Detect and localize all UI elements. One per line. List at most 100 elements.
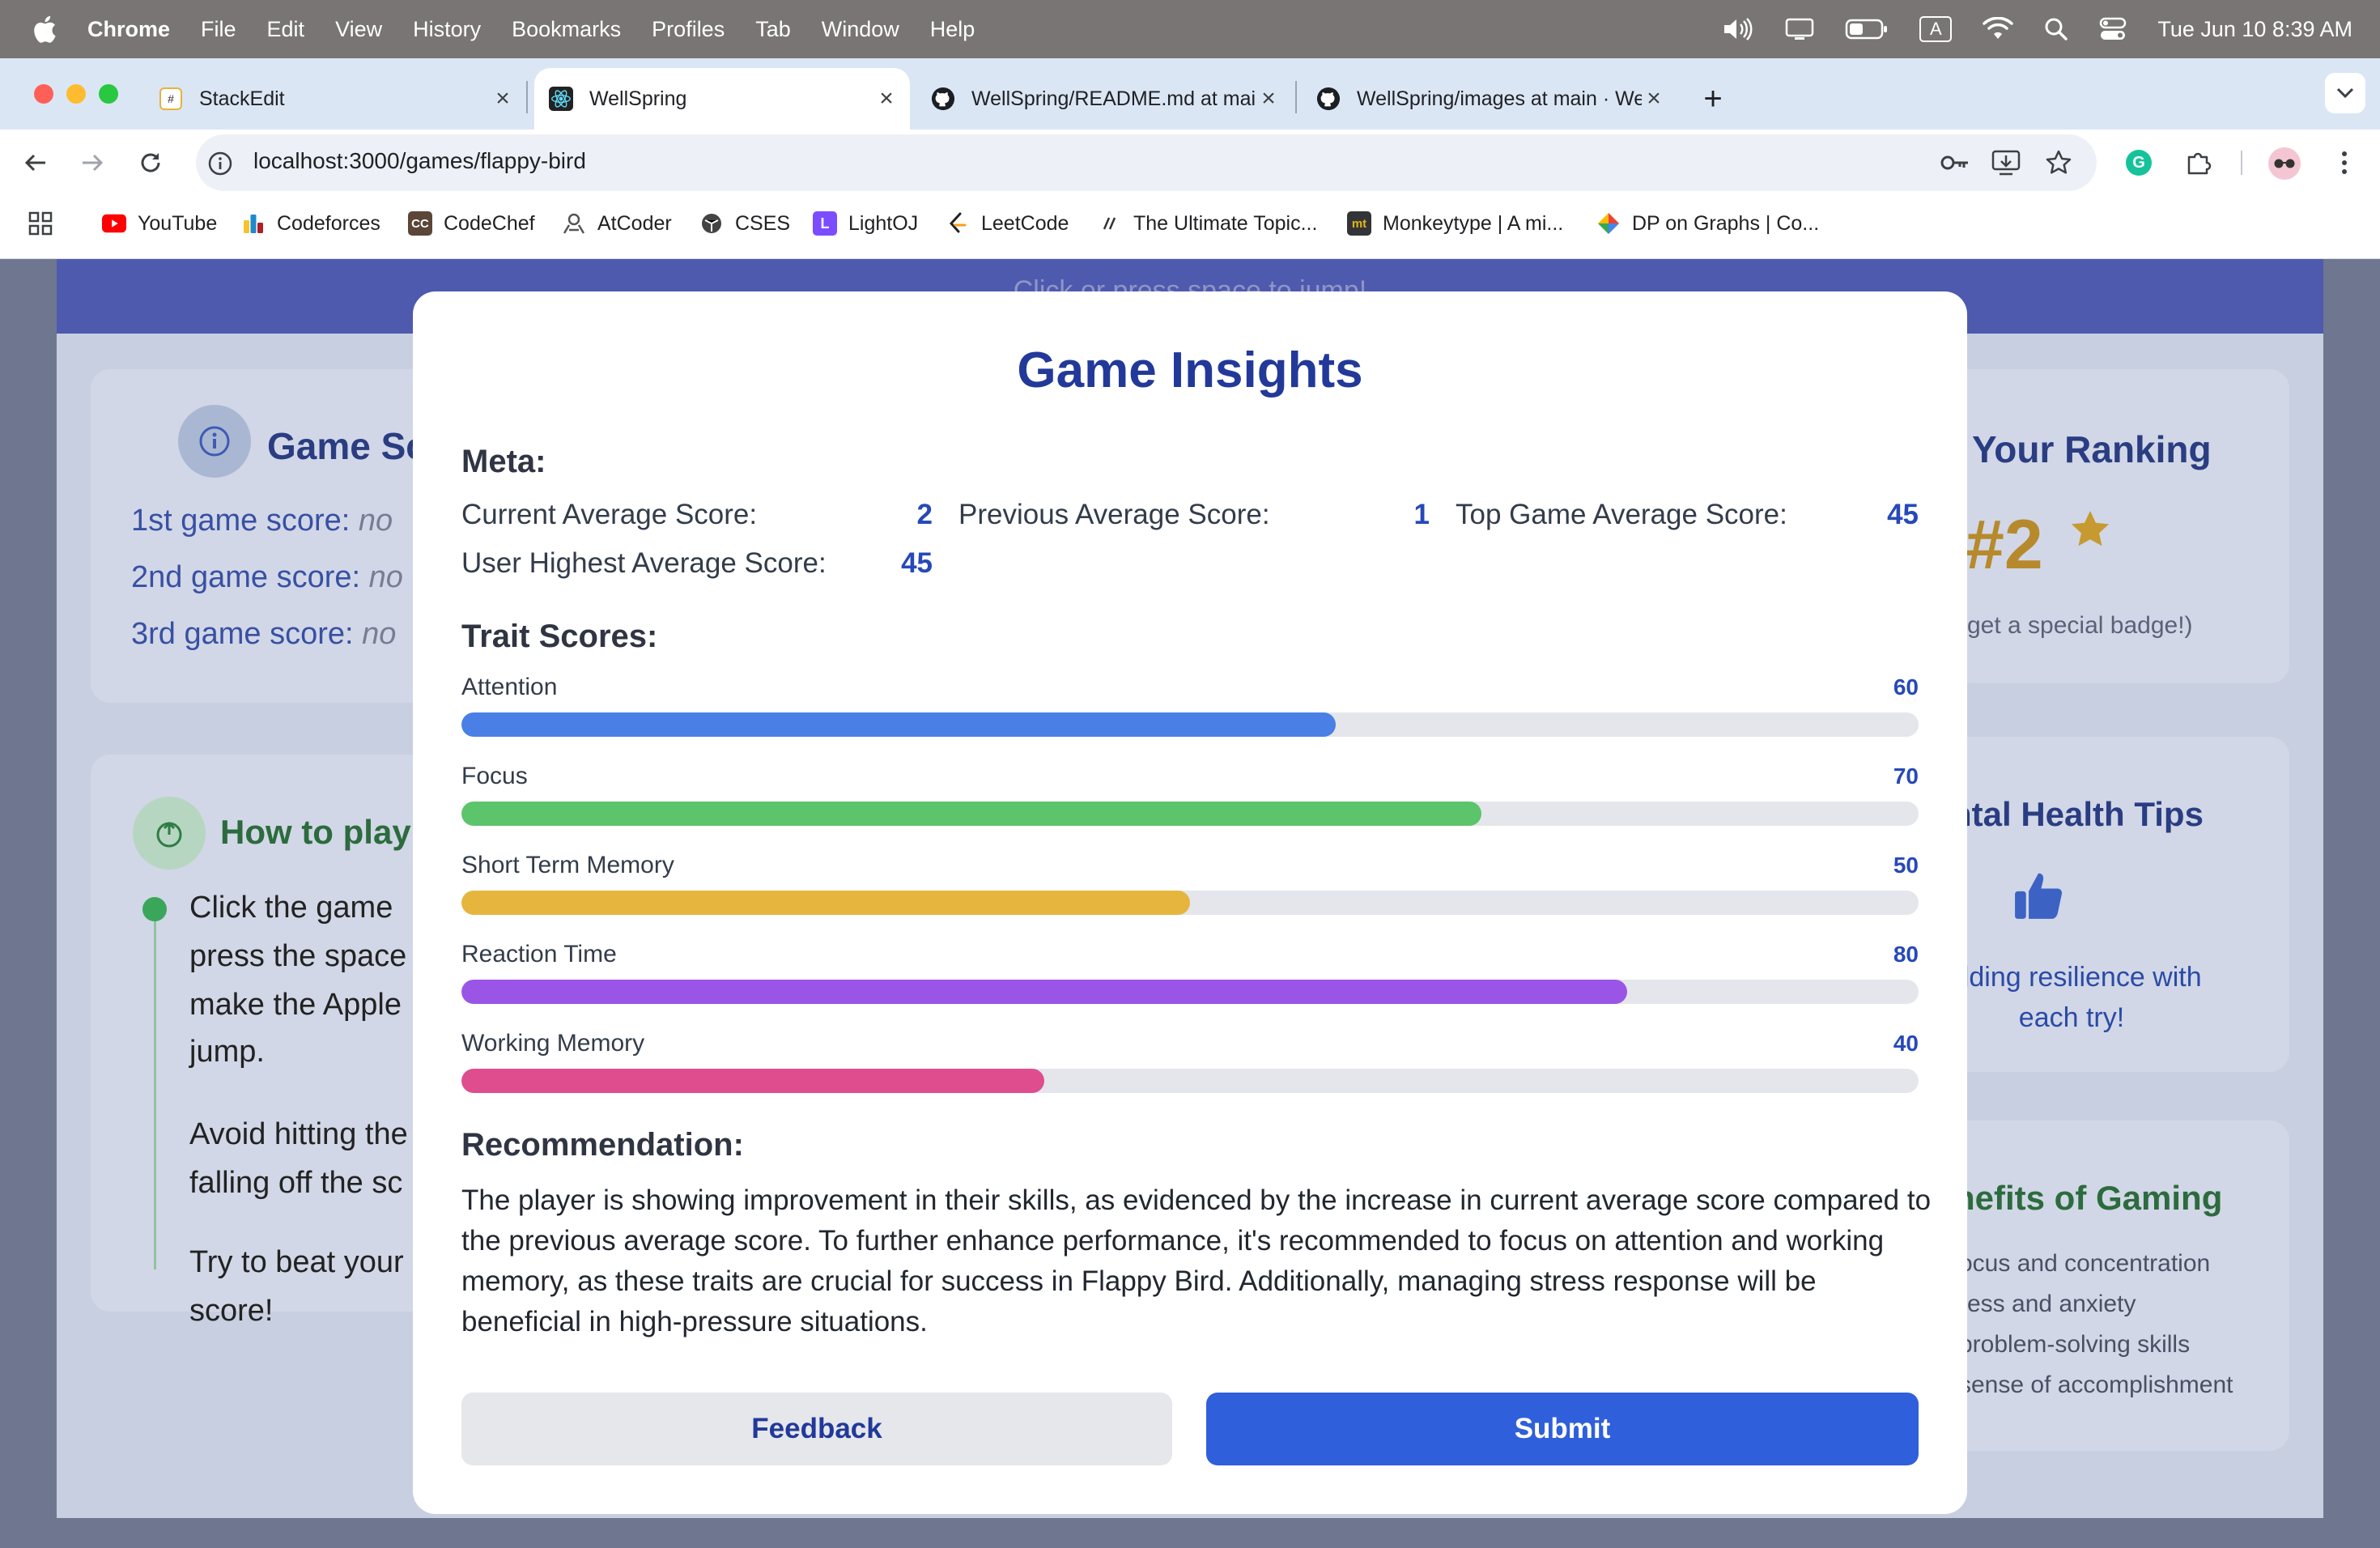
trait-value-attention: 60: [1893, 674, 1919, 700]
forward-button[interactable]: [76, 147, 108, 179]
macos-menubar: Chrome File Edit View History Bookmarks …: [0, 0, 2380, 58]
close-tab-icon[interactable]: ×: [1642, 85, 1666, 113]
timeline-dot: [142, 897, 167, 921]
recommendation-text: The player is showing improvement in the…: [461, 1184, 1932, 1337]
trait-label-attention: Attention: [461, 674, 558, 700]
bookmark-codeforces[interactable]: Codeforces: [241, 207, 380, 240]
new-tab-button[interactable]: +: [1697, 68, 1729, 130]
bookmark-leetcode[interactable]: LeetCode: [946, 207, 1069, 240]
menu-history[interactable]: History: [413, 17, 481, 42]
meta-label-user-highest-average: User Highest Average Score:: [461, 547, 827, 579]
trait-fill: [461, 980, 1627, 1004]
menu-edit[interactable]: Edit: [267, 17, 305, 42]
score-value: no: [362, 617, 397, 651]
menu-profiles[interactable]: Profiles: [652, 17, 725, 42]
menu-bookmarks[interactable]: Bookmarks: [512, 17, 621, 42]
tab-github-images[interactable]: WellSpring/images at main · WellSpring ×: [1316, 68, 1666, 130]
input-source-indicator[interactable]: A: [1919, 16, 1953, 42]
meta-value-top-game-average: 45: [1887, 499, 1919, 530]
trait-value-reaction-time: 80: [1893, 942, 1919, 967]
svg-text:#: #: [168, 92, 174, 105]
meta-value-user-highest-average: 45: [901, 547, 933, 579]
menu-view[interactable]: View: [335, 17, 382, 42]
chrome-menu-icon[interactable]: [2333, 149, 2356, 176]
bookmark-label: AtCoder: [597, 211, 672, 235]
bookmark-lightoj[interactable]: L LightOJ: [813, 207, 918, 240]
trait-fill: [461, 1069, 1044, 1093]
trait-scores-heading: Trait Scores:: [461, 619, 658, 654]
bookmark-label: CSES: [735, 211, 791, 235]
password-key-icon[interactable]: [1940, 151, 1970, 179]
url-text[interactable]: localhost:3000/games/flappy-bird: [253, 148, 586, 174]
trait-label-reaction-time: Reaction Time: [461, 941, 617, 968]
menu-tab[interactable]: Tab: [755, 17, 791, 42]
bookmark-codechef[interactable]: CC CodeChef: [408, 207, 535, 240]
close-tab-icon[interactable]: ×: [1256, 85, 1281, 113]
trait-label-working-memory: Working Memory: [461, 1030, 645, 1057]
spotlight-search-icon[interactable]: [2044, 17, 2068, 41]
toolbar-divider: [2241, 151, 2242, 175]
arrow-left-icon: [24, 154, 45, 172]
tab-wellspring[interactable]: WellSpring ×: [534, 68, 910, 130]
tab-search-button[interactable]: [2325, 73, 2365, 113]
bookmark-cses[interactable]: CSES: [699, 207, 790, 240]
apple-icon[interactable]: [31, 13, 58, 45]
arrow-right-icon: [83, 154, 104, 172]
howto-step: press the space: [189, 939, 407, 973]
bookmark-dp-on-graphs[interactable]: DP on Graphs | Co...: [1596, 207, 1819, 240]
score-row: 2nd game score: no: [131, 560, 403, 595]
site-info-icon[interactable]: [207, 151, 233, 176]
extensions-puzzle-icon[interactable]: [2184, 149, 2212, 181]
chevron-down-icon: [2336, 87, 2354, 99]
meta-label-top-game-average: Top Game Average Score:: [1456, 499, 1787, 530]
bookmark-star-icon[interactable]: [2045, 149, 2072, 181]
meta-value-current-average: 2: [916, 499, 933, 530]
maximize-window-button[interactable]: [99, 84, 118, 104]
minimize-window-button[interactable]: [66, 84, 86, 104]
grammarly-extension-icon[interactable]: G: [2126, 150, 2152, 176]
volume-icon[interactable]: [1722, 17, 1754, 41]
tab-stackedit[interactable]: # StackEdit ×: [159, 68, 515, 130]
reload-icon: [141, 153, 160, 172]
tab-github-readme[interactable]: WellSpring/README.md at main · WellSprin…: [931, 68, 1281, 130]
trait-bar-reaction-time: [461, 980, 1919, 1004]
bookmark-atcoder[interactable]: AtCoder: [562, 207, 672, 240]
display-icon[interactable]: [1785, 17, 1814, 41]
youtube-icon: [102, 211, 126, 236]
bookmark-youtube[interactable]: YouTube: [102, 207, 217, 240]
close-window-button[interactable]: [34, 84, 53, 104]
back-button[interactable]: [19, 147, 52, 179]
monkeytype-icon: mt: [1347, 211, 1371, 236]
battery-icon[interactable]: [1845, 18, 1889, 40]
close-tab-icon[interactable]: ×: [491, 85, 515, 113]
trait-value-focus: 70: [1893, 763, 1919, 789]
menubar-clock[interactable]: Tue Jun 10 8:39 AM: [2157, 17, 2352, 42]
install-app-icon[interactable]: [1991, 149, 2021, 181]
score-row: 1st game score: no: [131, 504, 393, 538]
apps-grid-icon[interactable]: [28, 211, 53, 240]
menu-help[interactable]: Help: [930, 17, 975, 42]
score-label: 3rd game score:: [131, 617, 354, 651]
howto-step: jump.: [189, 1035, 265, 1069]
how-to-play-title: How to play: [220, 813, 411, 851]
bookmark-ultimate-topic[interactable]: The Ultimate Topic...: [1098, 207, 1317, 240]
howto-step: score!: [189, 1294, 274, 1328]
howto-step: falling off the sc: [189, 1166, 403, 1200]
wifi-icon[interactable]: [1983, 17, 2014, 41]
submit-button[interactable]: Submit: [1206, 1393, 1919, 1465]
menu-file[interactable]: File: [201, 17, 236, 42]
tab-title: WellSpring/README.md at main · WellSprin…: [971, 87, 1256, 110]
menu-chrome[interactable]: Chrome: [87, 17, 170, 42]
bookmark-monkeytype[interactable]: mt Monkeytype | A mi...: [1347, 207, 1563, 240]
howto-step: Try to beat your: [189, 1245, 404, 1279]
feedback-button[interactable]: Feedback: [461, 1393, 1172, 1465]
menu-window[interactable]: Window: [822, 17, 899, 42]
close-tab-icon[interactable]: ×: [874, 85, 899, 113]
control-center-icon[interactable]: [2099, 17, 2127, 41]
reload-button[interactable]: [134, 147, 167, 179]
bookmark-label: DP on Graphs | Co...: [1632, 211, 1820, 235]
profile-avatar[interactable]: [2268, 147, 2301, 180]
meta-heading: Meta:: [461, 444, 546, 479]
bookmark-label: Codeforces: [277, 211, 380, 235]
star-icon: [2068, 507, 2113, 556]
